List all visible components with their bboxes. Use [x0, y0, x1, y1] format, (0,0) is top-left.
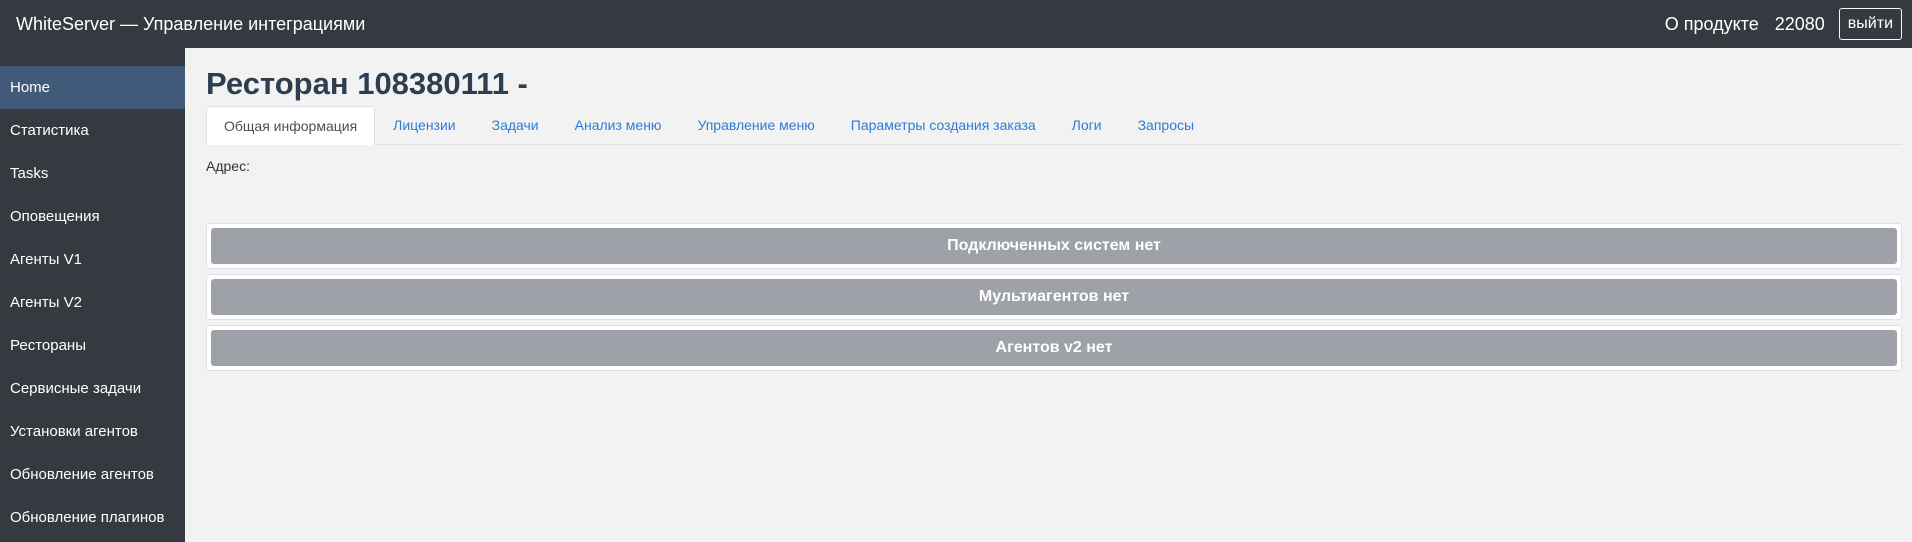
tab-tasks[interactable]: Задачи [474, 105, 557, 144]
multiagents-header[interactable]: Мультиагентов нет [211, 279, 1897, 315]
sidebar-item-agent-installs[interactable]: Установки агентов [0, 410, 185, 453]
tab-requests[interactable]: Запросы [1120, 105, 1212, 144]
navbar-right: О продукте 22080 выйти [1665, 8, 1902, 40]
multiagents-panel: Мультиагентов нет [206, 274, 1902, 320]
tab-menu-analysis[interactable]: Анализ меню [557, 105, 680, 144]
app-title[interactable]: WhiteServer — Управление интеграциями [16, 14, 365, 35]
tab-order-params[interactable]: Параметры создания заказа [833, 105, 1054, 144]
sidebar-item-statistics[interactable]: Статистика [0, 109, 185, 152]
panels-list: Подключенных систем нет Мультиагентов не… [206, 223, 1902, 371]
sidebar-item-agent-updates[interactable]: Обновление агентов [0, 453, 185, 496]
top-navbar: WhiteServer — Управление интеграциями О … [0, 0, 1912, 48]
page-title: Ресторан 108380111 - [206, 66, 528, 101]
sidebar-item-home[interactable]: Home [0, 66, 185, 109]
sidebar-item-notifications[interactable]: Оповещения [0, 195, 185, 238]
connected-systems-panel: Подключенных систем нет [206, 223, 1902, 269]
tab-logs[interactable]: Логи [1054, 105, 1120, 144]
main-content: Ресторан 108380111 - Общая информация Ли… [185, 48, 1912, 542]
address-label: Адрес: [206, 158, 250, 174]
sidebar-item-service-tasks[interactable]: Сервисные задачи [0, 367, 185, 410]
tab-general-info[interactable]: Общая информация [206, 106, 376, 145]
sidebar-item-agents-v2[interactable]: Агенты V2 [0, 281, 185, 324]
about-link[interactable]: О продукте [1665, 14, 1759, 35]
sidebar: Home Статистика Tasks Оповещения Агенты … [0, 48, 185, 542]
agents-v2-panel: Агентов v2 нет [206, 325, 1902, 371]
tab-menu-management[interactable]: Управление меню [679, 105, 832, 144]
sidebar-item-tasks[interactable]: Tasks [0, 152, 185, 195]
connected-systems-header[interactable]: Подключенных систем нет [211, 228, 1897, 264]
sidebar-item-plugin-updates[interactable]: Обновление плагинов [0, 496, 185, 539]
user-id: 22080 [1774, 13, 1825, 34]
sidebar-item-agents-v1[interactable]: Агенты V1 [0, 238, 185, 281]
tab-bar: Общая информация Лицензии Задачи Анализ … [206, 106, 1902, 145]
agents-v2-header[interactable]: Агентов v2 нет [211, 330, 1897, 366]
logout-button[interactable]: выйти [1838, 8, 1902, 40]
sidebar-item-restaurants[interactable]: Рестораны [0, 324, 185, 367]
tab-licenses[interactable]: Лицензии [375, 105, 473, 144]
